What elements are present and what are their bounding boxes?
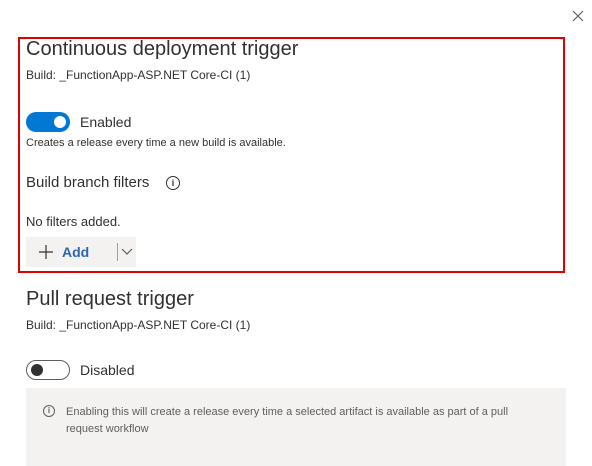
add-filter-button[interactable]: Add	[26, 237, 117, 267]
no-filters-text: No filters added.	[26, 214, 121, 229]
pr-trigger-title: Pull request trigger	[26, 288, 194, 310]
pr-trigger-info-bar: i Enabling this will create a release ev…	[26, 388, 566, 466]
plus-icon	[39, 245, 53, 259]
pr-trigger-build: Build: _FunctionApp-ASP.NET Core-CI (1)	[26, 318, 251, 332]
add-filter-split-button: Add	[26, 237, 136, 267]
build-branch-filters-heading: Build branch filters	[26, 174, 150, 191]
close-button[interactable]	[568, 6, 588, 26]
cd-trigger-build: Build: _FunctionApp-ASP.NET Core-CI (1)	[26, 68, 251, 82]
info-icon[interactable]: i	[166, 176, 180, 190]
cd-trigger-toggle[interactable]	[26, 112, 70, 132]
pr-trigger-toggle-label: Disabled	[80, 362, 135, 378]
toggle-knob	[31, 364, 43, 376]
cd-trigger-description: Creates a release every time a new build…	[26, 137, 286, 149]
pr-trigger-info-text: Enabling this will create a release ever…	[66, 406, 509, 435]
info-icon: i	[43, 405, 55, 417]
cd-trigger-title: Continuous deployment trigger	[26, 38, 299, 60]
toggle-knob	[54, 116, 66, 128]
chevron-down-icon	[121, 248, 133, 255]
close-icon	[572, 10, 584, 22]
pr-trigger-toggle[interactable]	[26, 360, 70, 380]
cd-trigger-toggle-label: Enabled	[80, 114, 132, 130]
add-filter-label: Add	[62, 244, 90, 260]
add-filter-menu-button[interactable]	[118, 237, 136, 267]
